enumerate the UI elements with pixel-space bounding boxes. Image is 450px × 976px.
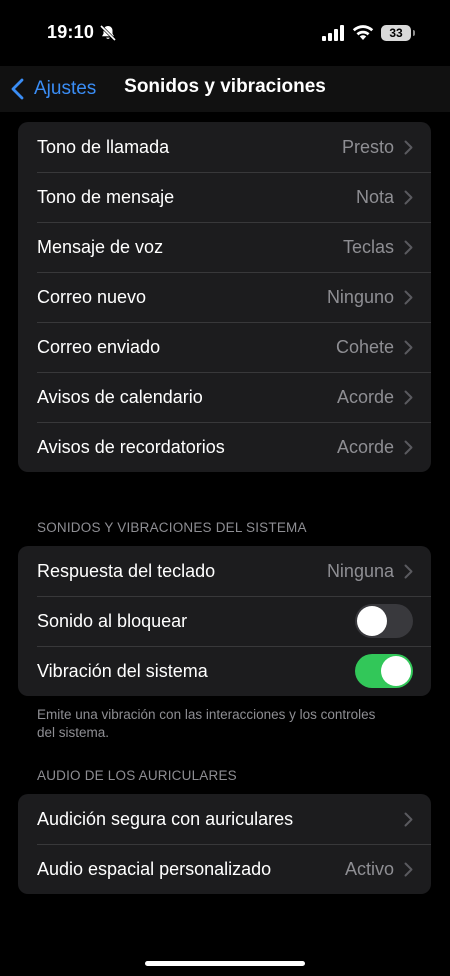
system-footer-note: Emite una vibración con las interaccione… [37, 707, 376, 740]
page-title: Sonidos y vibraciones [124, 76, 326, 97]
chevron-right-icon [404, 240, 413, 254]
chevron-right-icon [404, 340, 413, 354]
chevron-right-icon [404, 390, 413, 404]
headphones-group: Audición segura con auriculares Audio es… [18, 794, 431, 894]
status-time: 19:10 [47, 22, 95, 42]
home-indicator[interactable] [145, 961, 305, 966]
row-headphone-safety[interactable]: Audición segura con auriculares [18, 794, 431, 844]
row-keyboard-feedback[interactable]: Respuesta del teclado Ninguna [18, 546, 431, 596]
status-bar: 19:10 33 [0, 0, 450, 66]
chevron-right-icon [404, 190, 413, 204]
row-value: Presto [341, 136, 394, 157]
row-label: Vibración del sistema [37, 660, 208, 681]
toggle-knob [357, 606, 387, 636]
row-spatial-audio[interactable]: Audio espacial personalizado Activo [18, 844, 431, 894]
row-value: Cohete [335, 336, 394, 357]
row-voicemail[interactable]: Mensaje de voz Teclas [18, 222, 431, 272]
headphones-section-header: AUDIO DE LOS AURICULARES [37, 768, 237, 783]
row-value: Ninguna [326, 560, 394, 581]
bell-slash-icon [99, 24, 117, 42]
nav-bar: Ajustes Sonidos y vibraciones [0, 66, 450, 112]
row-label: Correo nuevo [37, 286, 147, 307]
row-label: Sonido al bloquear [37, 610, 188, 631]
row-value: Acorde [336, 436, 394, 457]
wifi-icon [352, 25, 374, 40]
row-label: Audio espacial personalizado [37, 858, 272, 879]
row-label: Correo enviado [37, 336, 161, 357]
row-text-tone[interactable]: Tono de mensaje Nota [18, 172, 431, 222]
row-new-mail[interactable]: Correo nuevo Ninguno [18, 272, 431, 322]
row-lock-sound: Sonido al bloquear [18, 596, 431, 646]
battery-indicator: 33 [381, 25, 415, 41]
row-label: Avisos de calendario [37, 386, 203, 407]
chevron-right-icon [404, 564, 413, 578]
row-calendar-alerts[interactable]: Avisos de calendario Acorde [18, 372, 431, 422]
toggle-knob [381, 656, 411, 686]
system-section-header: SONIDOS Y VIBRACIONES DEL SISTEMA [37, 520, 307, 535]
row-system-haptics: Vibración del sistema [18, 646, 431, 696]
row-value: Ninguno [326, 286, 394, 307]
row-label: Tono de llamada [37, 136, 170, 157]
row-sent-mail[interactable]: Correo enviado Cohete [18, 322, 431, 372]
chevron-right-icon [404, 140, 413, 154]
row-value: Activo [344, 858, 394, 879]
chevron-right-icon [404, 812, 413, 826]
lock-sound-toggle[interactable] [355, 604, 413, 638]
row-label: Tono de mensaje [37, 186, 175, 207]
row-ringtone[interactable]: Tono de llamada Presto [18, 122, 431, 172]
system-group: Respuesta del teclado Ninguna Sonido al … [18, 546, 431, 696]
row-label: Respuesta del teclado [37, 560, 216, 581]
row-label: Audición segura con auriculares [37, 808, 294, 829]
row-reminder-alerts[interactable]: Avisos de recordatorios Acorde [18, 422, 431, 472]
chevron-right-icon [404, 290, 413, 304]
row-label: Avisos de recordatorios [37, 436, 225, 457]
row-value: Teclas [342, 236, 394, 257]
row-value: Nota [355, 186, 394, 207]
system-haptics-toggle[interactable] [355, 654, 413, 688]
chevron-right-icon [404, 440, 413, 454]
cellular-signal-icon [322, 25, 344, 41]
row-value: Acorde [336, 386, 394, 407]
sounds-group: Tono de llamada Presto Tono de mensaje N… [18, 122, 431, 472]
row-label: Mensaje de voz [37, 236, 164, 257]
chevron-right-icon [404, 862, 413, 876]
